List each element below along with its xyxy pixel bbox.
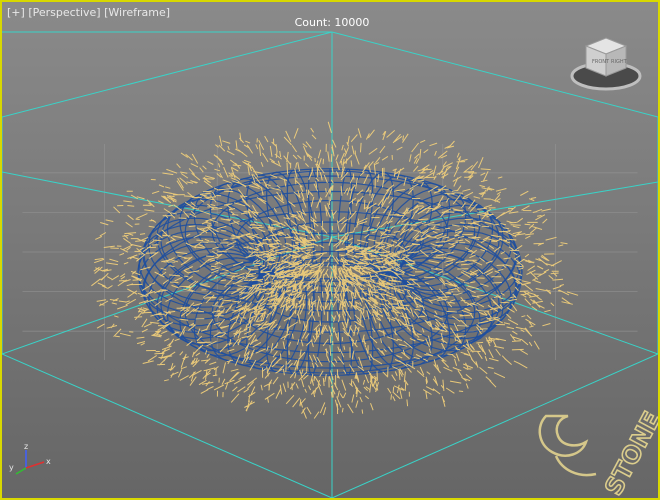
watermark-flame-shape [538,414,589,457]
particle-count-label: Count: 10000 [294,16,370,29]
watermark-text: STONE [599,407,660,500]
guide-line [331,181,658,238]
particle-streaks [91,121,579,419]
axis-z-label: z [24,442,28,451]
guide-line [2,31,333,118]
axis-y-label: y [9,463,14,472]
axis-x-line [25,461,45,469]
watermark-swoosh-shape [554,455,597,477]
axis-x-label: x [46,457,51,466]
particle-flow [91,121,579,419]
axis-tripod: z x y [9,442,51,475]
viewcube-right-label: RIGHT [611,59,628,65]
stone-watermark-logo: STONE [538,406,660,500]
viewcube-front-label: FRONT [592,59,610,65]
perspective-viewport[interactable]: [+] [Perspective] [Wireframe] Count: 100… [0,0,660,500]
axis-y-line [15,467,27,475]
viewcube[interactable]: FRONT RIGHT [568,32,644,94]
